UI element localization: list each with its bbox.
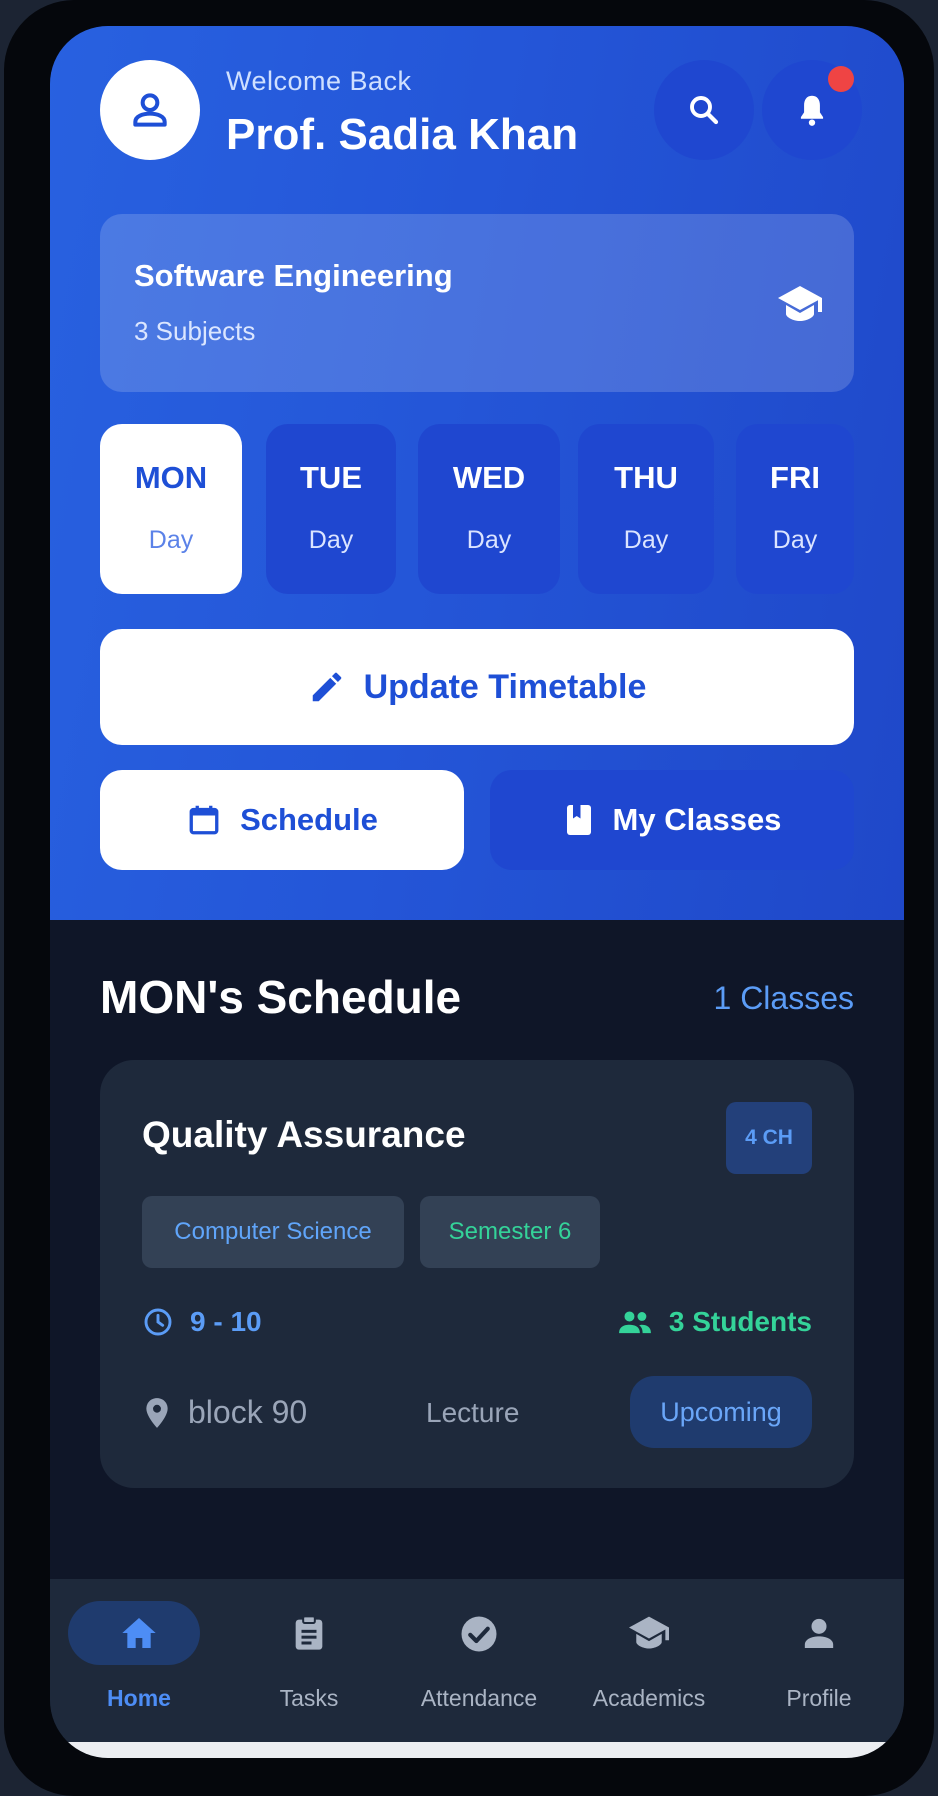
bell-icon: [800, 95, 824, 126]
status-badge: Upcoming: [630, 1376, 812, 1448]
day-label: Day: [623, 526, 669, 554]
device-frame: Welcome Back Prof. Sadia Khan Software E…: [4, 0, 934, 1796]
department-title: Software Engineering: [134, 258, 453, 293]
class-type: Lecture: [426, 1397, 520, 1428]
update-timetable-label: Update Timetable: [363, 667, 647, 706]
class-name: Quality Assurance: [142, 1114, 466, 1155]
clock-icon: [144, 1308, 172, 1336]
graduation-cap-icon: [778, 286, 822, 321]
day-code: THU: [614, 460, 678, 495]
day-label: Day: [148, 526, 194, 554]
nav-label: Tasks: [279, 1685, 339, 1711]
schedule-button[interactable]: Schedule: [100, 770, 464, 870]
app-screen: Welcome Back Prof. Sadia Khan Software E…: [50, 26, 904, 1758]
calendar-icon: [189, 805, 219, 835]
department-card[interactable]: Software Engineering 3 Subjects: [100, 214, 854, 392]
day-code: TUE: [300, 460, 362, 495]
day-tab-fri[interactable]: FRI Day: [736, 424, 854, 594]
nav-label: Home: [107, 1685, 171, 1711]
day-label: Day: [308, 526, 354, 554]
nav-label: Academics: [592, 1685, 706, 1711]
schedule-title: MON's Schedule: [100, 971, 462, 1023]
day-code: WED: [452, 460, 526, 495]
day-code: MON: [134, 460, 208, 495]
nav-item-tasks[interactable]: Tasks: [224, 1579, 394, 1749]
class-location: block 90: [188, 1394, 308, 1430]
update-timetable-button[interactable]: Update Timetable: [100, 629, 854, 745]
person-icon: [133, 93, 167, 127]
class-time: 9 - 10: [190, 1306, 262, 1337]
class-count: 1 Classes: [713, 980, 855, 1016]
nav-item-academics[interactable]: Academics: [564, 1579, 734, 1749]
user-name: Prof. Sadia Khan: [226, 110, 579, 159]
check-circle-icon: [461, 1616, 497, 1652]
location-pin-icon: [146, 1397, 168, 1428]
clipboard-icon: [295, 1615, 323, 1650]
students-row: 3 Students: [617, 1306, 812, 1338]
location-row: block 90: [142, 1394, 307, 1431]
people-icon: [618, 1311, 651, 1334]
day-tab-tue[interactable]: TUE Day: [266, 424, 396, 594]
home-icon: [122, 1618, 156, 1648]
day-tab-thu[interactable]: THU Day: [578, 424, 714, 594]
pencil-icon: [312, 672, 341, 702]
graduation-cap-icon: [629, 1616, 669, 1649]
day-label: Day: [772, 526, 818, 554]
department-tag: Computer Science: [142, 1196, 404, 1268]
avatar[interactable]: [100, 60, 200, 160]
nav-item-attendance[interactable]: Attendance: [394, 1579, 564, 1749]
time-row: 9 - 10: [142, 1306, 262, 1338]
schedule-label: Schedule: [240, 802, 378, 837]
nav-label: Profile: [786, 1685, 852, 1711]
my-classes-label: My Classes: [612, 802, 782, 837]
profile-icon: [804, 1618, 834, 1648]
semester-tag: Semester 6: [420, 1196, 600, 1268]
search-icon: [690, 96, 719, 125]
notifications-button[interactable]: [762, 60, 862, 160]
nav-item-home[interactable]: Home: [54, 1579, 224, 1749]
home-indicator-bar: [50, 1742, 904, 1758]
day-label: Day: [466, 526, 512, 554]
credit-hours-badge: 4 CH: [726, 1102, 812, 1174]
search-button[interactable]: [654, 60, 754, 160]
department-subtitle: 3 Subjects: [134, 316, 256, 346]
nav-item-profile[interactable]: Profile: [734, 1579, 904, 1749]
nav-label: Attendance: [420, 1685, 538, 1711]
day-tab-wed[interactable]: WED Day: [418, 424, 560, 594]
welcome-text: Welcome Back: [226, 66, 412, 96]
day-tab-mon[interactable]: MON Day: [100, 424, 242, 594]
student-count: 3 Students: [668, 1306, 812, 1337]
my-classes-button[interactable]: My Classes: [490, 770, 854, 870]
notification-badge: [828, 66, 854, 92]
day-code: FRI: [770, 460, 820, 495]
book-icon: [566, 805, 591, 835]
class-card[interactable]: Quality Assurance 4 CH Computer Science …: [100, 1060, 854, 1488]
bottom-navigation: Home Tasks Attendance Academics Profile: [50, 1579, 904, 1749]
header-section: Welcome Back Prof. Sadia Khan Software E…: [50, 26, 904, 920]
